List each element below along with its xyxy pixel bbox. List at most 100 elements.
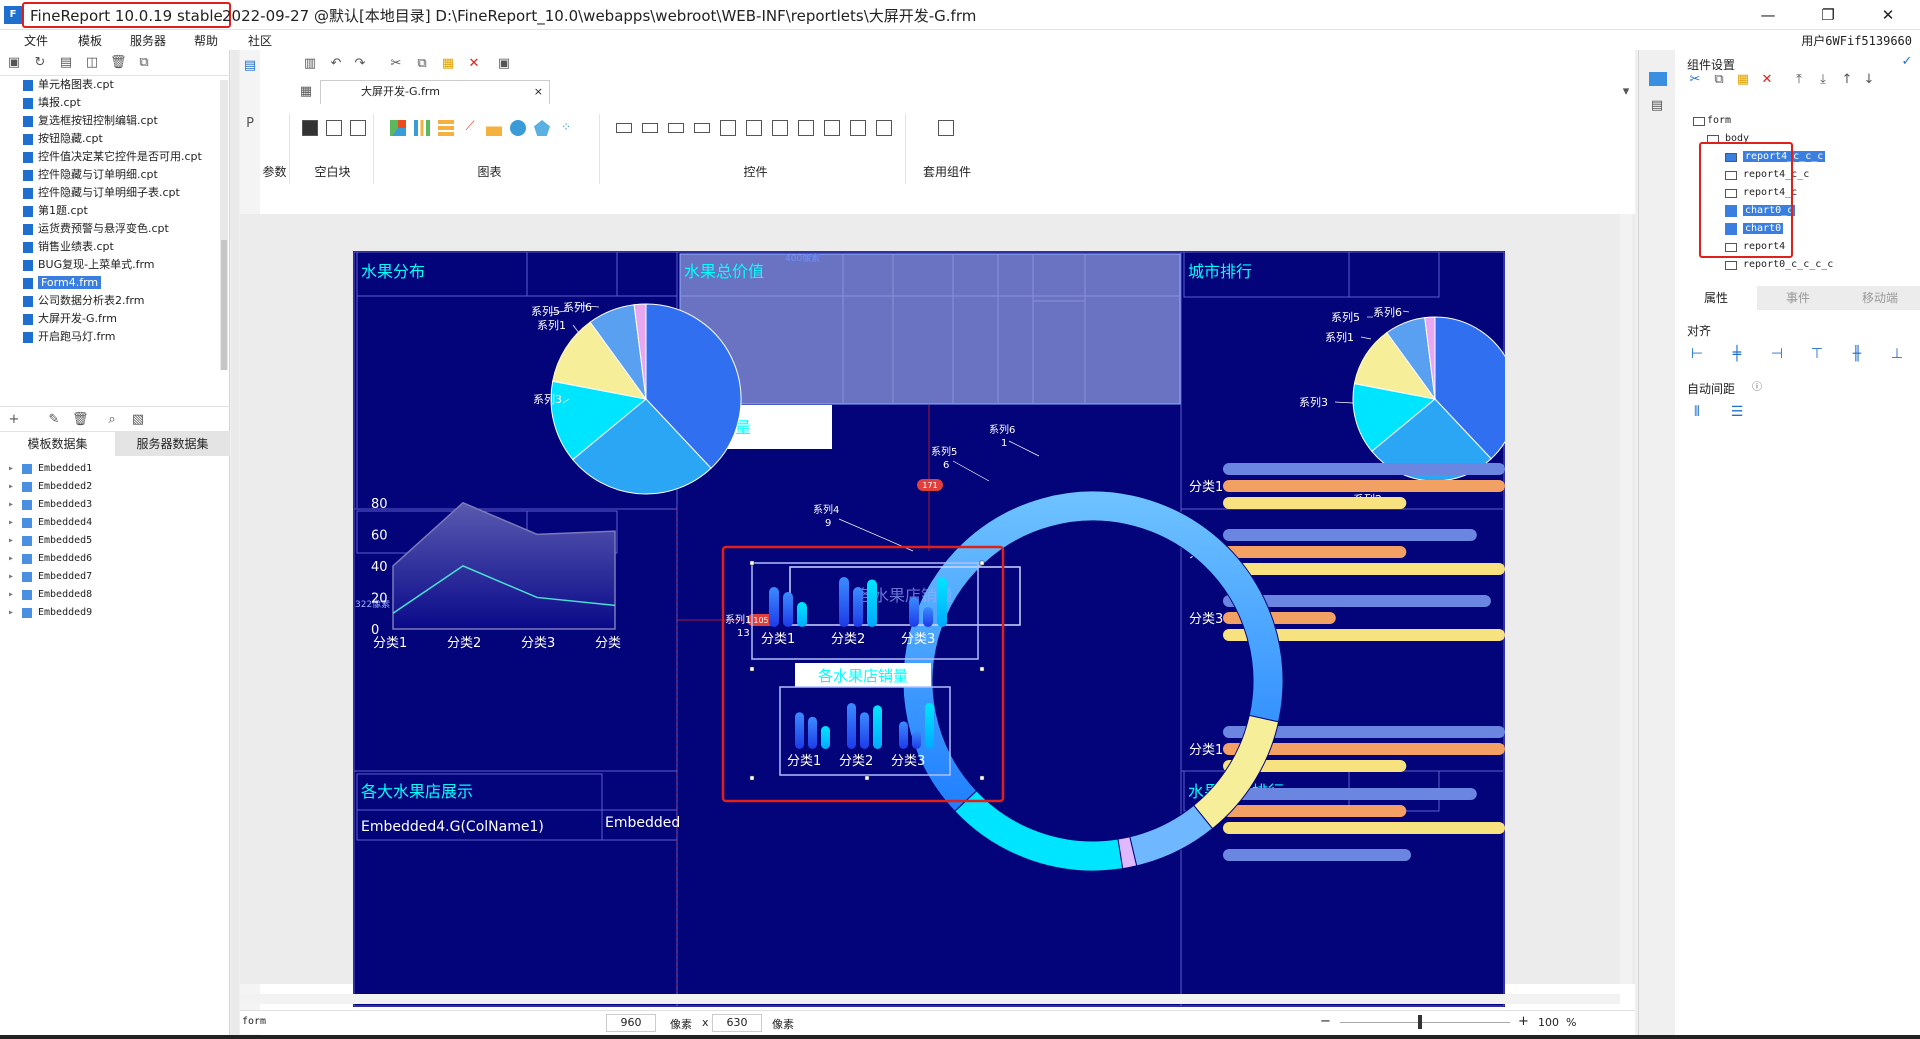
file-item[interactable]: 单元格图表.cpt xyxy=(22,76,222,94)
preview-icon[interactable]: ▣ xyxy=(496,56,512,72)
tab-menu-icon[interactable]: ▾ xyxy=(1618,84,1634,100)
undo-icon[interactable]: ↶ xyxy=(328,56,344,72)
copy-widget-icon[interactable]: ⧉ xyxy=(414,56,430,72)
tab-block-icon[interactable] xyxy=(326,120,342,136)
absolute-block-icon[interactable] xyxy=(302,120,318,136)
tab-mobile[interactable]: 移动端 xyxy=(1839,286,1920,310)
bar-chart-icon[interactable] xyxy=(414,120,430,136)
tree-paste-icon[interactable]: ▦ xyxy=(1735,72,1751,88)
file-item[interactable]: 第1题.cpt xyxy=(22,202,222,220)
move-down-icon[interactable]: ↓ xyxy=(1861,72,1877,88)
save-icon[interactable]: ▥ xyxy=(302,56,318,72)
dataset-item[interactable]: Embedded9 xyxy=(8,604,208,622)
number-icon[interactable] xyxy=(772,120,788,136)
grid-icon[interactable]: ▦ xyxy=(298,84,314,100)
tree-node[interactable]: report0_c_c_c_c xyxy=(1721,256,1909,274)
file-item[interactable]: 开启跑马灯.frm xyxy=(22,328,222,346)
component-settings-icon[interactable] xyxy=(1649,72,1667,86)
dataset-item[interactable]: Embedded1 xyxy=(8,460,208,478)
close-tab-icon[interactable]: × xyxy=(534,81,543,103)
menu-template[interactable]: 模板 xyxy=(78,32,102,49)
menu-community[interactable]: 社区 xyxy=(248,32,272,49)
file-item[interactable]: 按钮隐藏.cpt xyxy=(22,130,222,148)
height-input[interactable]: 630 xyxy=(712,1014,762,1032)
file-scrollbar[interactable] xyxy=(220,80,228,370)
button-icon[interactable] xyxy=(668,123,684,133)
add-dataset-icon[interactable]: + xyxy=(6,412,22,428)
align-bottom-icon[interactable]: ⊥ xyxy=(1889,346,1905,362)
tree-node[interactable]: form xyxy=(1689,112,1909,130)
zoom-out-icon[interactable]: − xyxy=(1320,1014,1331,1029)
paste-icon[interactable]: ▦ xyxy=(440,56,456,72)
preview-dataset-icon[interactable]: ⌕ xyxy=(104,412,120,428)
layout-icon[interactable]: ▤ xyxy=(1649,98,1665,114)
doc-tab[interactable]: 大屏开发-G.frm × xyxy=(320,80,550,104)
open-icon[interactable]: ▤ xyxy=(58,55,74,71)
move-top-icon[interactable]: ⤒ xyxy=(1791,72,1807,88)
menu-file[interactable]: 文件 xyxy=(24,32,48,49)
tree-cut-icon[interactable]: ✂ xyxy=(1687,72,1703,88)
file-item[interactable]: 运货费预警与悬浮变色.cpt xyxy=(22,220,222,238)
checkbox-group-icon[interactable] xyxy=(824,120,840,136)
date-icon[interactable] xyxy=(720,120,736,136)
dataset-settings-icon[interactable]: ▧ xyxy=(130,412,146,428)
user-label[interactable]: 用户6WFif5139660 xyxy=(1801,32,1912,49)
dataset-item[interactable]: Embedded8 xyxy=(8,586,208,604)
radar-chart-icon[interactable] xyxy=(534,120,550,136)
zoom-in-icon[interactable]: + xyxy=(1518,1014,1529,1029)
width-input[interactable]: 960 xyxy=(606,1014,656,1032)
tree-icon[interactable] xyxy=(850,120,866,136)
textbox-icon[interactable] xyxy=(616,123,632,133)
new-folder-icon[interactable]: ▣ xyxy=(6,55,22,71)
file-item[interactable]: 复选框按钮控制编辑.cpt xyxy=(22,112,222,130)
file-item[interactable]: 公司数据分析表2.frm xyxy=(22,292,222,310)
close-window-button[interactable]: ✕ xyxy=(1868,3,1908,27)
vertical-scrollbar[interactable] xyxy=(1620,214,1632,984)
minimize-button[interactable]: — xyxy=(1748,3,1788,27)
file-item[interactable]: 控件隐藏与订单明细子表.cpt xyxy=(22,184,222,202)
align-top-icon[interactable]: ⊤ xyxy=(1809,346,1825,362)
combobox-icon[interactable] xyxy=(694,123,710,133)
zoom-value[interactable]: 100 xyxy=(1538,1016,1559,1029)
dataset-item[interactable]: Embedded6 xyxy=(8,550,208,568)
menu-server[interactable]: 服务器 xyxy=(130,32,166,49)
menu-help[interactable]: 帮助 xyxy=(194,32,218,49)
file-item[interactable]: 销售业绩表.cpt xyxy=(22,238,222,256)
delete-icon[interactable]: 🗑 xyxy=(110,55,127,71)
hbar-chart-icon[interactable] xyxy=(438,120,454,136)
pie-chart-icon[interactable] xyxy=(390,120,406,136)
file-item[interactable]: 大屏开发-G.frm xyxy=(22,310,222,328)
locate-icon[interactable]: ◫ xyxy=(84,55,100,71)
align-hcenter-icon[interactable]: ╪ xyxy=(1729,346,1745,362)
label-icon[interactable] xyxy=(642,123,658,133)
grid-block-icon[interactable] xyxy=(350,120,366,136)
group-param[interactable]: 参数 xyxy=(260,114,290,184)
help-icon[interactable]: ⓘ xyxy=(1749,380,1765,396)
area-chart-icon[interactable] xyxy=(486,120,502,136)
file-item[interactable]: 控件隐藏与订单明细.cpt xyxy=(22,166,222,184)
zoom-slider[interactable] xyxy=(1340,1022,1510,1023)
align-vcenter-icon[interactable]: ╫ xyxy=(1849,346,1865,362)
spacing-horizontal-icon[interactable]: ⫴ xyxy=(1689,404,1705,420)
file-item[interactable]: 控件值决定某它控件是否可用.cpt xyxy=(22,148,222,166)
delete-dataset-icon[interactable]: 🗑 xyxy=(72,412,89,428)
radio-group-icon[interactable] xyxy=(798,120,814,136)
zoom-thumb[interactable] xyxy=(1418,1015,1422,1029)
horizontal-scrollbar[interactable] xyxy=(240,994,1620,1004)
dataset-item[interactable]: Embedded3 xyxy=(8,496,208,514)
confirm-icon[interactable]: ✓ xyxy=(1899,54,1915,70)
dataset-item[interactable]: Embedded4 xyxy=(8,514,208,532)
dataset-item[interactable]: Embedded5 xyxy=(8,532,208,550)
edit-dataset-icon[interactable]: ✎ xyxy=(46,412,62,428)
tab-event[interactable]: 事件 xyxy=(1757,286,1839,310)
tree-delete-icon[interactable]: ✕ xyxy=(1759,72,1775,88)
redo-icon[interactable]: ↷ xyxy=(352,56,368,72)
file-item[interactable]: Form4.frm xyxy=(22,274,222,292)
cut-icon[interactable]: ✂ xyxy=(388,56,404,72)
tab-server-dataset[interactable]: 服务器数据集 xyxy=(115,432,230,456)
file-item[interactable]: 填报.cpt xyxy=(22,94,222,112)
move-bottom-icon[interactable]: ⤓ xyxy=(1815,72,1831,88)
suite-icon[interactable] xyxy=(938,120,954,136)
search-widget-icon[interactable] xyxy=(876,120,892,136)
line-chart-icon[interactable]: ⟋ xyxy=(462,120,478,136)
